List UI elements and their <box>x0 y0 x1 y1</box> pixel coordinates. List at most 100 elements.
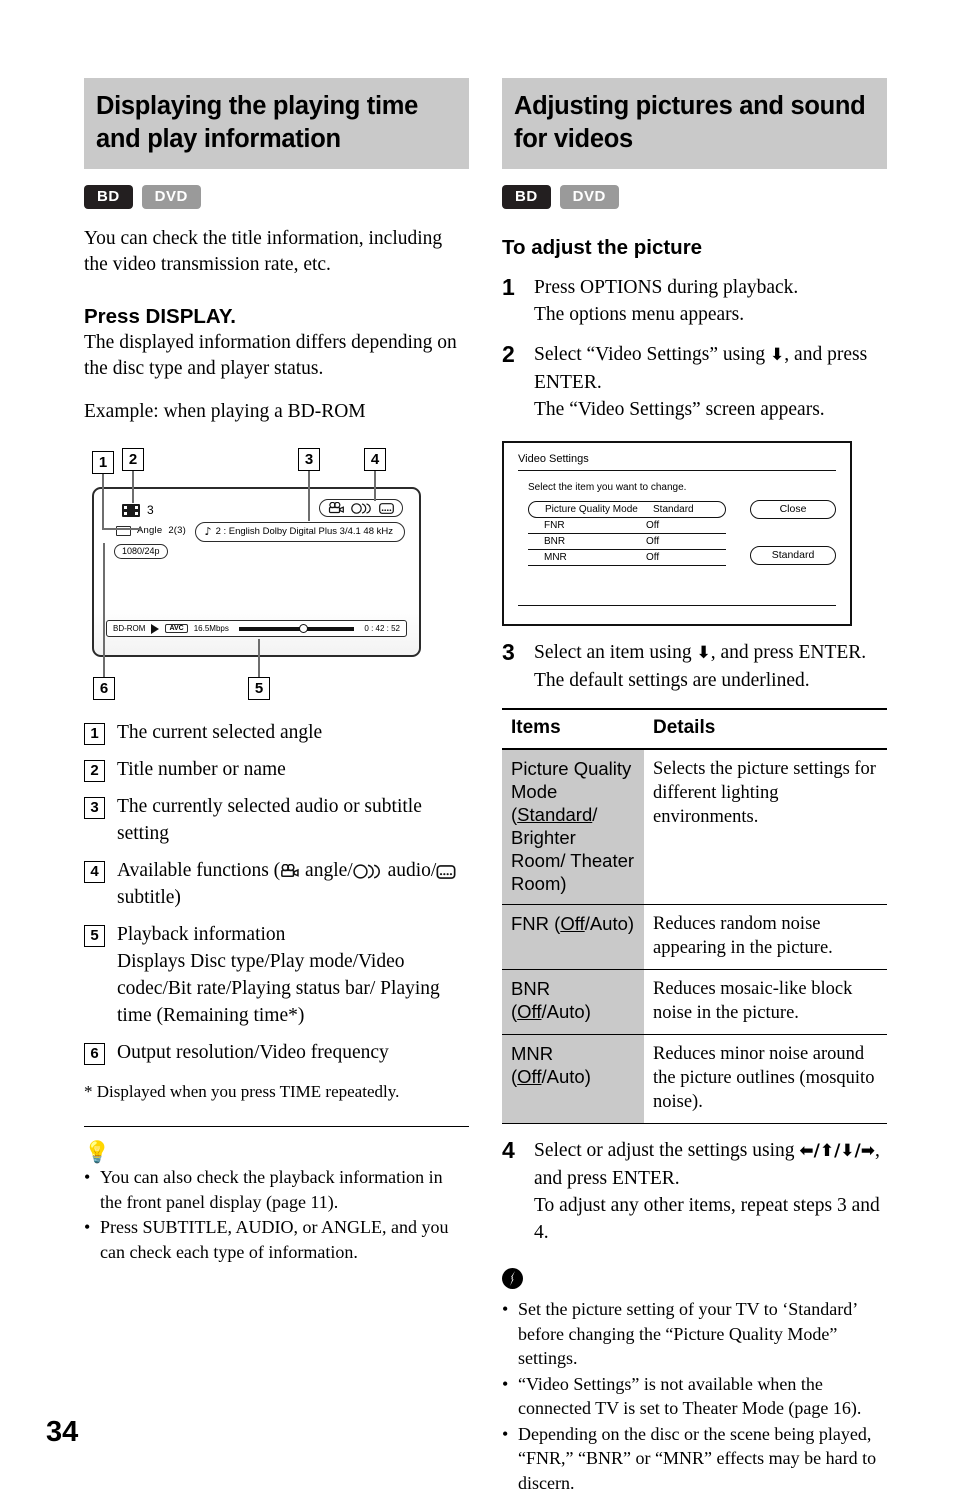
subtitle-icon-inline <box>436 860 456 881</box>
close-button[interactable]: Close <box>750 500 836 519</box>
video-settings-row-mnr[interactable]: MNR Off <box>528 550 726 566</box>
note-warning-icon-wrap <box>502 1268 887 1294</box>
video-settings-subtitle: Select the item you want to change. <box>528 482 687 493</box>
item-options: (Off/Auto) <box>554 913 634 934</box>
legend-item-1: 1 The current selected angle <box>84 719 469 746</box>
left-media-badges: BD DVD <box>84 185 469 209</box>
bullet-dot-icon: • <box>84 1167 91 1187</box>
osd-playing-time: 0 : 42 : 52 <box>364 624 400 633</box>
bullet-dot-icon: • <box>502 1299 509 1319</box>
tips-list: • You can also check the playback inform… <box>84 1165 469 1264</box>
tip-item: • You can also check the playback inform… <box>84 1165 469 1214</box>
legend-4-pre: Available functions ( <box>117 860 281 881</box>
row-label: FNR <box>544 520 565 531</box>
note-text-3: Depending on the disc or the scene being… <box>518 1423 877 1493</box>
legend-5-line1: Playback information <box>117 924 286 945</box>
leader-line-2 <box>132 471 135 503</box>
press-display-body: The displayed information differs depend… <box>84 332 457 379</box>
step-2-body: Select “Video Settings” using ⬇︎, and pr… <box>534 341 887 423</box>
opt-default: Off <box>517 1066 542 1087</box>
legend-num-3: 3 <box>84 797 105 819</box>
arrow-up-down-icon: ⬇︎ <box>770 345 785 365</box>
row-label: Picture Quality Mode <box>545 504 638 515</box>
notes-list: • Set the picture setting of your TV to … <box>502 1297 887 1495</box>
osd-audio-text: 2 : English Dolby Digital Plus 3/4.1 48 … <box>215 526 393 537</box>
callout-marker-3: 3 <box>298 448 320 471</box>
table-row: FNR (Off/Auto) Reduces random noise appe… <box>502 904 887 970</box>
example-caption: Example: when playing a BD-ROM <box>84 401 366 422</box>
music-note-icon: ♪ <box>204 525 212 538</box>
table-row: MNR (Off/Auto) Reduces minor noise aroun… <box>502 1034 887 1124</box>
table-row: Picture Quality Mode (Standard/ Brighter… <box>502 749 887 905</box>
press-display-heading: Press DISPLAY. <box>84 305 236 328</box>
row-label: MNR <box>544 552 567 563</box>
badge-dvd: DVD <box>559 185 619 209</box>
video-settings-row-bnr[interactable]: BNR Off <box>528 534 726 550</box>
bullet-dot-icon: • <box>84 1217 91 1237</box>
left-section-heading: Displaying the playing time and play inf… <box>84 78 469 169</box>
table-cell-item-picture-quality-mode: Picture Quality Mode (Standard/ Brighter… <box>502 749 644 905</box>
item-name: MNR <box>511 1043 554 1064</box>
opt-default: Standard <box>517 804 593 825</box>
osd-angle-label: Angle <box>137 525 163 536</box>
osd-bit-rate: 16.5Mbps <box>193 624 229 633</box>
step-2-line-2: The “Video Settings” screen appears. <box>534 399 825 420</box>
osd-angle-row: Angle 2(3) <box>116 525 186 536</box>
angle-camera-icon <box>328 502 345 514</box>
opt-default: Off <box>517 1001 542 1022</box>
progress-knob[interactable] <box>298 623 308 633</box>
left-column: Displaying the playing time and play inf… <box>84 78 469 1265</box>
leader-line-6 <box>103 543 106 679</box>
leader-line-1b <box>102 528 142 531</box>
item-name: FNR <box>511 913 550 934</box>
legend-item-2: 2 Title number or name <box>84 756 469 783</box>
item-options: (Standard/ Brighter Room/ Theater Room) <box>511 804 634 894</box>
leader-line-4 <box>374 471 377 501</box>
angle-camera-icon-inline <box>280 860 300 881</box>
leader-line-1 <box>102 474 105 530</box>
progress-bar[interactable] <box>238 623 355 633</box>
row-value: Off <box>646 552 660 563</box>
table-header-items: Items <box>502 708 644 750</box>
opt-default: Off <box>560 913 585 934</box>
row-value: Off <box>646 520 660 531</box>
table-header-details: Details <box>644 708 887 750</box>
osd-diagram: 1 2 3 4 5 6 3 Angle 2(3) 1080/24p ♪ 2: … <box>84 443 469 701</box>
video-settings-screenshot: Video Settings Select the item you want … <box>502 441 852 626</box>
osd-output-resolution: 1080/24p <box>114 544 168 559</box>
standard-button[interactable]: Standard <box>750 546 836 565</box>
step-4: 4 Select or adjust the settings using ⬅︎… <box>502 1137 887 1246</box>
left-intro-paragraph: You can check the title information, inc… <box>84 228 443 275</box>
note-text-2: “Video Settings” is not available when t… <box>518 1373 862 1419</box>
video-settings-title-rule <box>518 470 836 471</box>
item-name: BNR <box>511 978 551 999</box>
table-cell-details: Reduces random noise appearing in the pi… <box>644 904 887 970</box>
callout-marker-1: 1 <box>92 451 114 474</box>
legend-text-2: Title number or name <box>117 759 286 780</box>
osd-disc-type: BD-ROM <box>113 624 146 633</box>
step-1-body: Press OPTIONS during playback. The optio… <box>534 274 887 328</box>
step-2-text-a: Select “Video Settings” using <box>534 344 771 365</box>
osd-available-functions <box>319 499 403 517</box>
legend-num-2: 2 <box>84 760 105 782</box>
badge-dvd: DVD <box>141 185 201 209</box>
tip-item: • Press SUBTITLE, AUDIO, or ANGLE, and y… <box>84 1215 469 1264</box>
step-4-text-a: Select or adjust the settings using <box>534 1140 800 1161</box>
step-1-line-1: Press OPTIONS during playback. <box>534 277 799 298</box>
legend-num-5: 5 <box>84 925 105 947</box>
legend-text-4: Available functions ( angle/ audio/ subt… <box>117 857 469 911</box>
video-settings-rows: Picture Quality Mode Standard FNR Off BN… <box>528 501 726 566</box>
opt-rest: /Auto) <box>541 1001 591 1022</box>
table-cell-item-bnr: BNR (Off/Auto) <box>502 969 644 1035</box>
legend-text-1: The current selected angle <box>117 722 323 743</box>
table-row: BNR (Off/Auto) Reduces mosaic-like block… <box>502 969 887 1035</box>
bullet-dot-icon: • <box>502 1423 509 1444</box>
right-column: Adjusting pictures and sound for videos … <box>502 78 887 1496</box>
legend-text-3: The currently selected audio or subtitle… <box>117 796 422 844</box>
video-settings-row-fnr[interactable]: FNR Off <box>528 518 726 534</box>
video-settings-row-picture-quality-mode[interactable]: Picture Quality Mode Standard <box>528 501 726 518</box>
left-divider <box>84 1126 469 1127</box>
settings-items-table: Items Details Picture Quality Mode (Stan… <box>502 708 887 1124</box>
legend-text-5: Playback information Displays Disc type/… <box>117 921 469 1029</box>
osd-title-row: 3 <box>122 503 154 517</box>
